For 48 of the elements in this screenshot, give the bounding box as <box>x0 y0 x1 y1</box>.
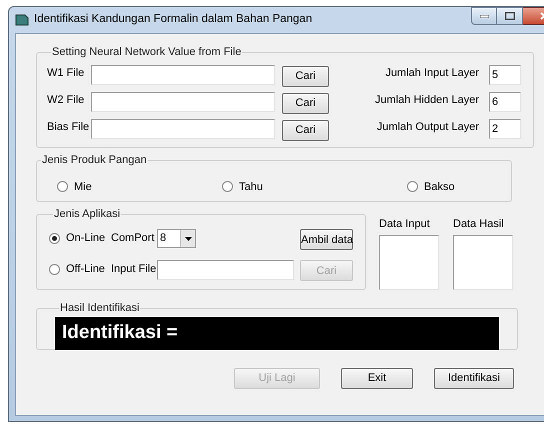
text-field[interactable] <box>91 92 275 112</box>
push-button[interactable]: Cari <box>282 66 329 87</box>
maximize-icon <box>504 12 514 20</box>
push-button[interactable]: Identifikasi <box>434 368 514 389</box>
group-title: Jenis Aplikasi <box>53 207 122 222</box>
list-box[interactable] <box>453 234 513 290</box>
field-label: W2 File <box>47 92 86 108</box>
group-title: Jenis Produk Pangan <box>41 153 148 168</box>
text-field[interactable]: 6 <box>489 92 521 112</box>
field-label: Jumlah Input Layer <box>384 66 479 80</box>
radio-button[interactable] <box>49 233 60 244</box>
window-title: Identifikasi Kandungan Formalin dalam Bahan Pangan <box>34 12 312 28</box>
list-label: Data Input <box>379 217 431 232</box>
text-field[interactable] <box>91 119 275 139</box>
push-button[interactable]: Cari <box>282 120 329 141</box>
radio-label: Off-Line <box>66 262 105 278</box>
text-field[interactable] <box>91 65 275 85</box>
comport-dropdown[interactable]: 8 <box>157 229 196 248</box>
list-box[interactable] <box>379 234 439 290</box>
minimize-button[interactable] <box>471 7 497 25</box>
dropdown-value: 8 <box>159 231 168 246</box>
group-title: Setting Neural Network Value from File <box>51 45 242 60</box>
field-label: ComPort <box>111 231 156 246</box>
push-button[interactable]: Exit <box>341 368 413 389</box>
field-label: W1 File <box>47 66 86 80</box>
group-title: Hasil Identifikasi <box>59 301 140 316</box>
radio-button[interactable] <box>49 264 60 275</box>
radio-label: Bakso <box>424 180 455 194</box>
minimize-icon <box>480 14 488 18</box>
field-label: Bias File <box>47 120 90 134</box>
field-label: Input File <box>111 262 157 278</box>
radio-label: On-Line <box>66 231 106 246</box>
radio-label: Tahu <box>239 180 263 194</box>
push-button[interactable]: Ambil data <box>300 229 353 250</box>
app-icon <box>15 14 29 26</box>
result-display: Identifikasi = <box>55 316 499 350</box>
text-field[interactable]: 5 <box>489 65 521 85</box>
radio-label: Mie <box>74 180 92 194</box>
radio-button[interactable] <box>407 181 418 192</box>
field-label: Jumlah Output Layer <box>376 120 479 134</box>
field-label: Jumlah Hidden Layer <box>374 92 479 108</box>
text-field[interactable]: 2 <box>489 119 521 139</box>
text-field[interactable] <box>157 260 294 280</box>
push-button[interactable]: Cari <box>282 92 329 114</box>
maximize-button[interactable] <box>497 7 523 25</box>
radio-button[interactable] <box>222 181 233 192</box>
list-label: Data Hasil <box>453 217 505 232</box>
radio-button[interactable] <box>57 181 68 192</box>
